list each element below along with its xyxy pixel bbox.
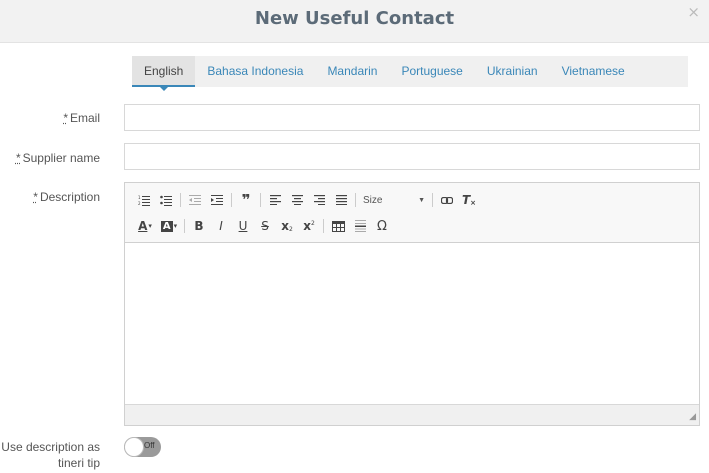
tab-mandarin[interactable]: Mandarin — [315, 56, 389, 87]
align-left-icon[interactable] — [264, 190, 286, 210]
toolbar-separator — [432, 193, 433, 207]
toolbar-separator — [260, 193, 261, 207]
supplier-name-label-text: Supplier name — [22, 151, 100, 165]
strikethrough-icon[interactable]: S — [254, 216, 276, 236]
toolbar-separator — [355, 193, 356, 207]
outdent-icon[interactable] — [184, 190, 206, 210]
tab-bahasa-indonesia[interactable]: Bahasa Indonesia — [195, 56, 315, 87]
superscript-glyph: x — [303, 219, 311, 233]
chevron-down-icon: ▼ — [418, 196, 425, 204]
use-description-label-line2: tineri tip — [57, 456, 100, 470]
email-field[interactable] — [124, 104, 700, 131]
description-label: * Description — [33, 190, 100, 204]
toolbar-separator — [231, 193, 232, 207]
align-center-icon[interactable] — [286, 190, 308, 210]
link-icon[interactable] — [436, 190, 458, 210]
editor-footer: ◢ — [125, 404, 699, 425]
remove-format-glyph: T — [461, 193, 471, 207]
use-description-label: Use description as tineri tip — [1, 439, 100, 471]
toolbar-separator — [180, 193, 181, 207]
italic-icon[interactable]: I — [210, 216, 232, 236]
background-color-glyph: A — [160, 220, 173, 232]
modal-title: New Useful Contact — [254, 8, 455, 29]
rich-text-editor: 12 ❞ Size ▼ T × A ▾ A ▾ B I U S x 2 x 2 … — [124, 182, 700, 426]
language-tabs: English Bahasa Indonesia Mandarin Portug… — [132, 56, 688, 91]
modal-header: New Useful Contact × — [0, 0, 709, 43]
underline-icon[interactable]: U — [232, 216, 254, 236]
use-description-toggle[interactable]: Off — [124, 437, 161, 457]
text-color-icon[interactable]: A ▾ — [133, 216, 157, 236]
tab-ukrainian[interactable]: Ukrainian — [475, 56, 550, 87]
toggle-state-text: Off — [144, 441, 155, 450]
bulleted-list-icon[interactable] — [155, 190, 177, 210]
description-editor-area[interactable] — [125, 243, 699, 404]
tab-vietnamese[interactable]: Vietnamese — [550, 56, 637, 87]
special-character-icon[interactable]: Ω — [371, 216, 393, 236]
close-icon[interactable]: × — [687, 3, 700, 21]
superscript-icon[interactable]: x2 — [298, 216, 320, 236]
font-size-select[interactable]: Size ▼ — [359, 190, 429, 210]
subscript-glyph: x — [281, 219, 289, 233]
horizontal-line-icon[interactable] — [349, 216, 371, 236]
tab-english[interactable]: English — [132, 56, 196, 91]
svg-text:1: 1 — [138, 195, 141, 200]
toolbar-separator — [184, 219, 185, 233]
text-color-glyph: A — [138, 219, 148, 233]
tab-portuguese[interactable]: Portuguese — [389, 56, 474, 87]
editor-toolbar: 12 ❞ Size ▼ T × A ▾ A ▾ B I U S x 2 x 2 … — [125, 183, 699, 243]
indent-icon[interactable] — [206, 190, 228, 210]
toolbar-row-1: 12 ❞ Size ▼ T × — [133, 190, 480, 210]
toolbar-row-2: A ▾ A ▾ B I U S x2 x2 Ω — [133, 216, 393, 236]
required-marker: * — [15, 151, 21, 165]
description-label-text: Description — [39, 190, 100, 204]
blockquote-icon[interactable]: ❞ — [235, 190, 257, 210]
supplier-name-field[interactable] — [124, 143, 700, 170]
svg-text:2: 2 — [138, 201, 141, 206]
toggle-knob — [124, 437, 144, 457]
font-size-label: Size — [363, 194, 383, 206]
align-justify-icon[interactable] — [330, 190, 352, 210]
email-label-text: Email — [69, 111, 100, 125]
required-marker: * — [63, 111, 68, 125]
subscript-icon[interactable]: x2 — [276, 216, 298, 236]
table-icon[interactable] — [327, 216, 349, 236]
email-label: * Email — [63, 111, 100, 125]
bold-icon[interactable]: B — [188, 216, 210, 236]
resize-grip-icon[interactable]: ◢ — [689, 411, 696, 422]
required-marker: * — [33, 190, 38, 204]
numbered-list-icon[interactable]: 12 — [133, 190, 155, 210]
supplier-name-label: * Supplier name — [16, 151, 100, 165]
toolbar-separator — [323, 219, 324, 233]
align-right-icon[interactable] — [308, 190, 330, 210]
remove-format-icon[interactable]: T × — [458, 190, 480, 210]
background-color-icon[interactable]: A ▾ — [157, 216, 181, 236]
use-description-label-line1: Use description as — [1, 440, 100, 454]
